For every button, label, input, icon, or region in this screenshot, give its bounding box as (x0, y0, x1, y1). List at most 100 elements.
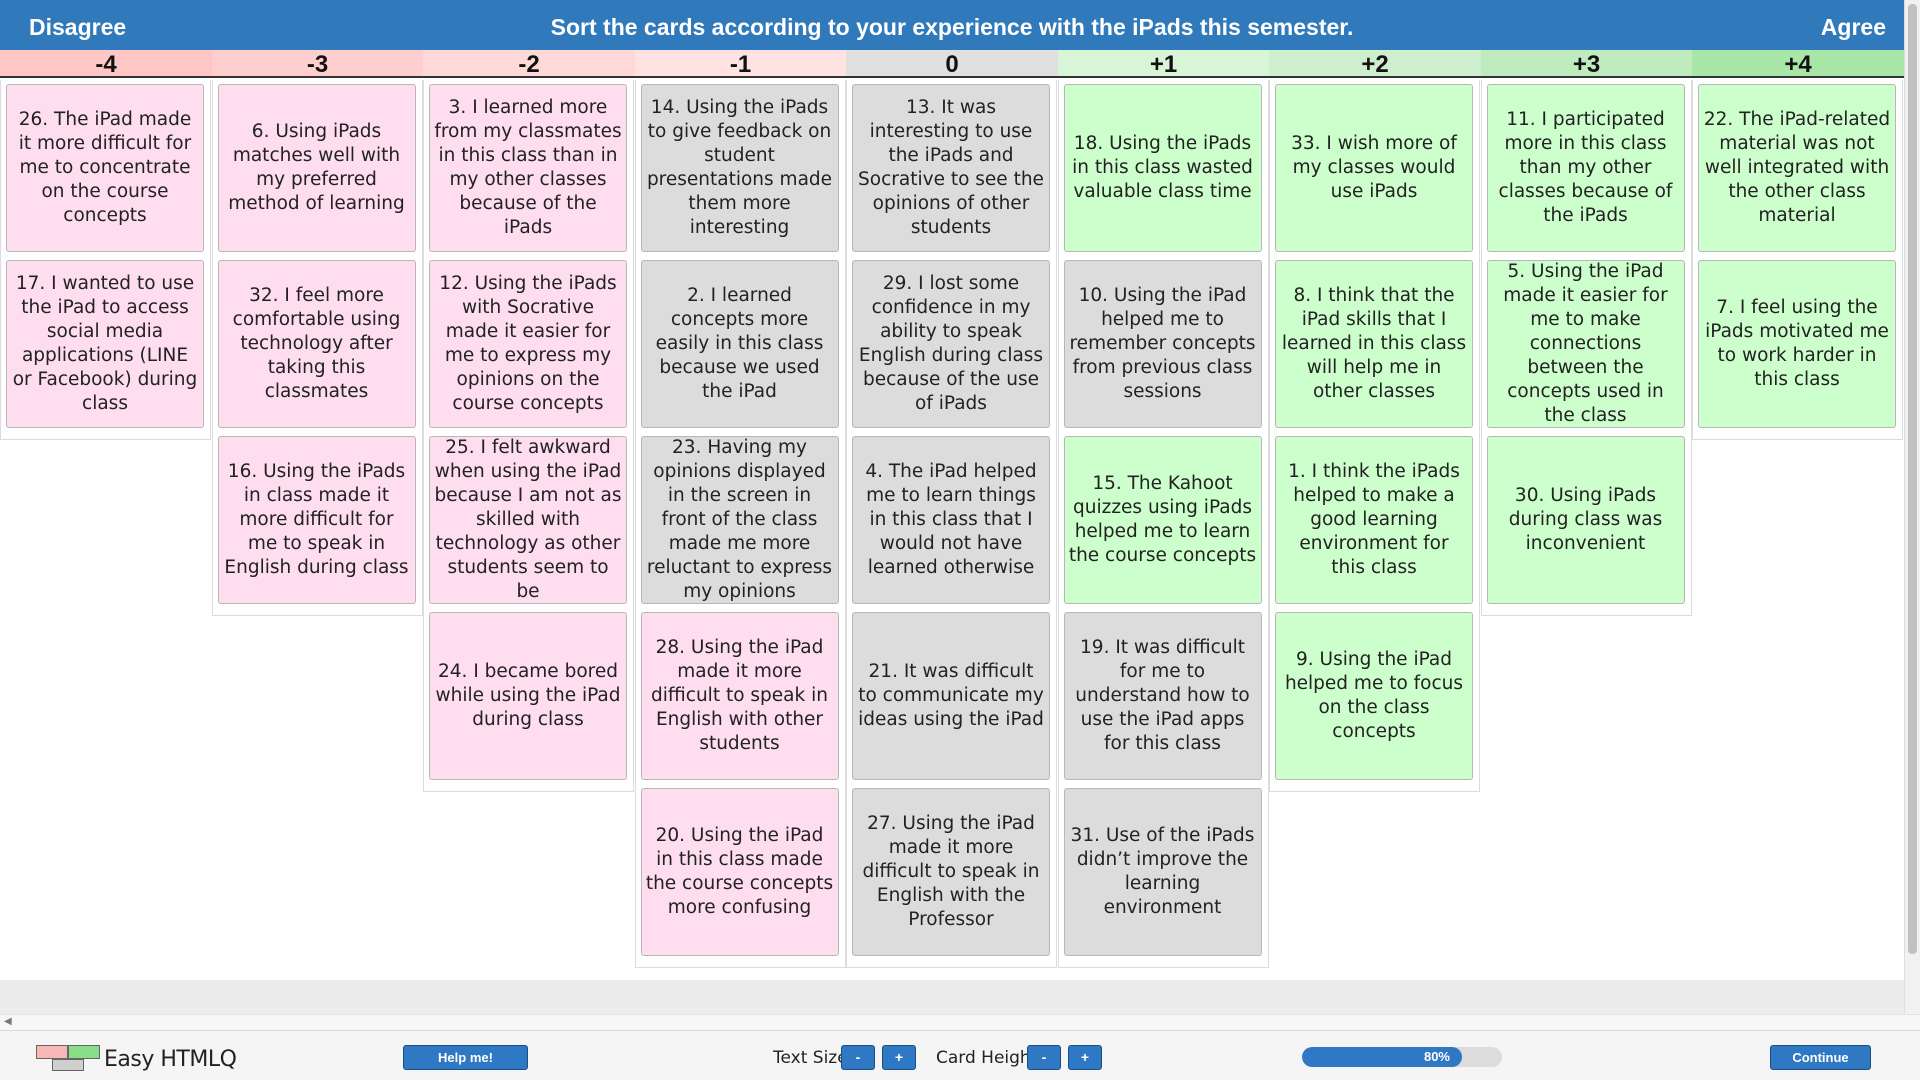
statement-card[interactable]: 14. Using the iPads to give feedback on … (640, 84, 839, 252)
column-plus4: +4 22. The iPad-related material was not … (1692, 50, 1904, 440)
statement-text: 11. I participated more in this class th… (1498, 109, 1673, 226)
statement-text: 19. It was difficult for me to understan… (1075, 637, 1250, 754)
statement-card[interactable]: 17. I wanted to use the iPad to access s… (6, 260, 204, 428)
statement-card[interactable]: 7. I feel using the iPads motivated me t… (1698, 260, 1896, 428)
statement-card[interactable]: 5. Using the iPad made it easier for me … (1486, 260, 1685, 428)
statement-text: 2. I learned concepts more easily in thi… (655, 285, 824, 402)
column-header: +3 (1480, 50, 1693, 78)
scrollbar-thumb[interactable] (1908, 4, 1917, 954)
statement-card[interactable]: 13. It was interesting to use the iPads … (852, 84, 1050, 252)
progress-bar: 80% (1302, 1047, 1502, 1067)
agree-label: Agree (1820, 14, 1886, 40)
statement-text: 3. I learned more from my classmates in … (434, 97, 622, 238)
statement-card[interactable]: 10. Using the iPad helped me to remember… (1063, 260, 1262, 428)
statement-card[interactable]: 12. Using the iPads with Socrative made … (429, 260, 627, 428)
statement-text: 24. I became bored while using the iPad … (435, 661, 621, 730)
card-height-label: Card Height (936, 1048, 1038, 1068)
statement-card[interactable]: 16. Using the iPads in class made it mor… (217, 436, 416, 604)
statement-card[interactable]: 25. I felt awkward when using the iPad b… (429, 436, 627, 604)
column-plus2: +2 33. I wish more of my classes would us… (1269, 50, 1481, 792)
statement-text: 17. I wanted to use the iPad to access s… (12, 273, 198, 414)
statement-card[interactable]: 21. It was difficult to communicate my i… (852, 612, 1050, 780)
instruction-header: Disagree Sort the cards according to you… (0, 0, 1904, 50)
statement-card[interactable]: 33. I wish more of my classes would use … (1275, 84, 1473, 252)
statement-card[interactable]: 24. I became bored while using the iPad … (429, 612, 627, 780)
statement-text: 7. I feel using the iPads motivated me t… (1705, 297, 1889, 390)
statement-card[interactable]: 4. The iPad helped me to learn things in… (852, 436, 1050, 604)
text-size-increase-button[interactable]: + (882, 1045, 916, 1070)
statement-card[interactable]: 8. I think that the iPad skills that I l… (1275, 260, 1473, 428)
column-0: 0 13. It was interesting to use the iPads… (846, 50, 1058, 968)
statement-text: 10. Using the iPad helped me to remember… (1069, 285, 1256, 402)
horizontal-scrollbar[interactable]: ◀ (0, 1014, 1920, 1030)
scroll-left-arrow-icon[interactable]: ◀ (4, 1016, 12, 1027)
statement-card[interactable]: 3. I learned more from my classmates in … (429, 84, 627, 252)
statement-card[interactable]: 6. Using iPads matches well with my pref… (217, 84, 416, 252)
card-height-increase-button[interactable]: + (1068, 1045, 1102, 1070)
column-header: +4 (1692, 50, 1904, 78)
footer-toolbar: Easy HTMLQ Help me! Text Size - + Card H… (0, 1030, 1920, 1080)
grid-bottom-area (0, 980, 1904, 1014)
statement-text: 29. I lost some confidence in my ability… (858, 273, 1044, 414)
column-header: -3 (211, 50, 424, 78)
statement-text: 16. Using the iPads in class made it mor… (224, 461, 409, 578)
vertical-scrollbar[interactable] (1904, 0, 1920, 1014)
text-size-decrease-button[interactable]: - (841, 1045, 875, 1070)
statement-card[interactable]: 29. I lost some confidence in my ability… (852, 260, 1050, 428)
column-header: +1 (1057, 50, 1270, 78)
statement-text: 30. Using iPads during class was inconve… (1508, 485, 1663, 554)
statement-text: 32. I feel more comfortable using techno… (232, 285, 401, 402)
statement-text: 21. It was difficult to communicate my i… (858, 661, 1044, 730)
column-minus2: -2 3. I learned more from my classmates i… (423, 50, 635, 792)
column-header: 0 (846, 50, 1058, 78)
statement-text: 22. The iPad-related material was not we… (1703, 109, 1891, 226)
statement-card[interactable]: 11. I participated more in this class th… (1486, 84, 1685, 252)
continue-button[interactable]: Continue (1770, 1045, 1871, 1070)
statement-text: 13. It was interesting to use the iPads … (858, 97, 1044, 238)
statement-text: 25. I felt awkward when using the iPad b… (434, 437, 622, 602)
statement-text: 20. Using the iPad in this class made th… (645, 825, 834, 918)
app-name: Easy HTMLQ (104, 1047, 237, 1072)
statement-text: 1. I think the iPads helped to make a go… (1288, 461, 1460, 578)
column-plus3: +3 11. I participated more in this class … (1480, 50, 1693, 616)
statement-card[interactable]: 2. I learned concepts more easily in thi… (640, 260, 839, 428)
statement-card[interactable]: 30. Using iPads during class was inconve… (1486, 436, 1685, 604)
statement-text: 27. Using the iPad made it more difficul… (862, 813, 1040, 930)
statement-card[interactable]: 31. Use of the iPads didn’t improve the … (1063, 788, 1262, 956)
column-header: -2 (423, 50, 635, 78)
text-size-label: Text Size (773, 1048, 848, 1068)
statement-text: 5. Using the iPad made it easier for me … (1503, 261, 1668, 426)
column-plus1: +1 18. Using the iPads in this class wast… (1057, 50, 1270, 968)
column-minus4: -4 26. The iPad made it more difficult fo… (0, 50, 212, 440)
statement-card[interactable]: 32. I feel more comfortable using techno… (217, 260, 416, 428)
statement-text: 31. Use of the iPads didn’t improve the … (1070, 825, 1255, 918)
statement-text: 15. The Kahoot quizzes using iPads helpe… (1068, 473, 1257, 566)
statement-card[interactable]: 27. Using the iPad made it more difficul… (852, 788, 1050, 956)
statement-card[interactable]: 18. Using the iPads in this class wasted… (1063, 84, 1262, 252)
statement-card[interactable]: 23. Having my opinions displayed in the … (640, 436, 839, 604)
sort-grid: -4 26. The iPad made it more difficult fo… (0, 50, 1904, 980)
column-header: -4 (0, 50, 212, 78)
statement-text: 9. Using the iPad helped me to focus on … (1284, 649, 1464, 742)
help-button[interactable]: Help me! (403, 1045, 528, 1070)
easy-htmlq-logo-icon (36, 1045, 100, 1071)
statement-card[interactable]: 19. It was difficult for me to understan… (1063, 612, 1262, 780)
statement-text: 4. The iPad helped me to learn things in… (865, 461, 1037, 578)
statement-card[interactable]: 26. The iPad made it more difficult for … (6, 84, 204, 252)
statement-card[interactable]: 1. I think the iPads helped to make a go… (1275, 436, 1473, 604)
statement-card[interactable]: 9. Using the iPad helped me to focus on … (1275, 612, 1473, 780)
instruction-text: Sort the cards according to your experie… (550, 14, 1354, 40)
statement-text: 18. Using the iPads in this class wasted… (1072, 133, 1253, 202)
statement-text: 14. Using the iPads to give feedback on … (646, 97, 833, 238)
column-minus1: -1 14. Using the iPads to give feedback o… (634, 50, 847, 968)
statement-text: 28. Using the iPad made it more difficul… (651, 637, 828, 754)
statement-card[interactable]: 22. The iPad-related material was not we… (1698, 84, 1896, 252)
statement-text: 12. Using the iPads with Socrative made … (439, 273, 617, 414)
statement-card[interactable]: 28. Using the iPad made it more difficul… (640, 612, 839, 780)
statement-card[interactable]: 15. The Kahoot quizzes using iPads helpe… (1063, 436, 1262, 604)
card-height-decrease-button[interactable]: - (1027, 1045, 1061, 1070)
statement-text: 8. I think that the iPad skills that I l… (1281, 285, 1467, 402)
statement-card[interactable]: 20. Using the iPad in this class made th… (640, 788, 839, 956)
column-minus3: -3 6. Using iPads matches well with my pr… (211, 50, 424, 616)
column-header: -1 (634, 50, 847, 78)
